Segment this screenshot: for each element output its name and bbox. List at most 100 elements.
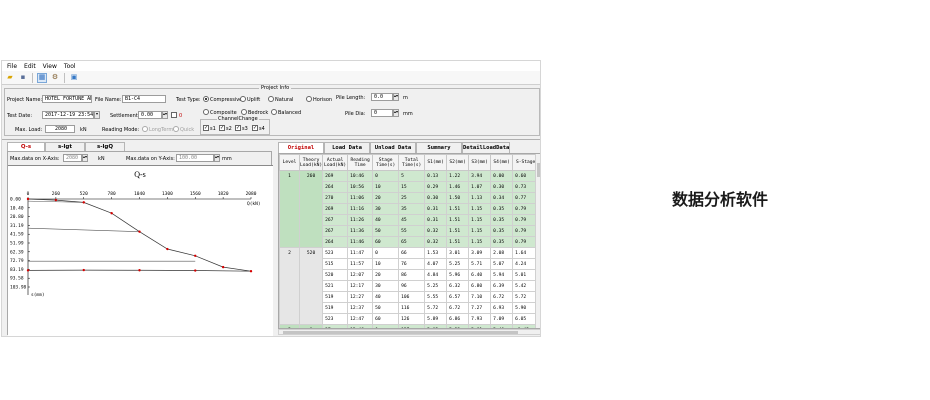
tab-q-s[interactable]: Q-s xyxy=(7,142,45,151)
channel-change-group: ChannelChange ✓ s1 ✓ s2 ✓ s3 ✓ s4 xyxy=(200,116,270,135)
column-header[interactable]: Reading Time xyxy=(347,154,374,171)
x-axis-max-spinner[interactable]: ▴▾ xyxy=(82,154,88,162)
table-cell: 6.86 xyxy=(446,313,470,325)
table-cell: 1.50 xyxy=(446,192,470,204)
open-folder-icon[interactable]: ▰ xyxy=(5,73,15,83)
radio-longterm[interactable] xyxy=(142,126,148,132)
pile-length-unit: m xyxy=(403,95,408,101)
channel-s2-checkbox[interactable]: ✓ xyxy=(219,125,225,131)
settlement-checkbox[interactable] xyxy=(171,112,177,118)
table-row[interactable]: 1 260 269 10:46 0 5 0.13 1.22 3.94 0.00 0.60 xyxy=(279,170,540,248)
tab-load-data[interactable]: Load Data xyxy=(324,142,370,153)
horizontal-scroll-thumb[interactable] xyxy=(283,331,518,334)
test-date-field[interactable]: 2017-12-19 23:54 xyxy=(42,111,94,119)
y-axis-max-field[interactable]: 100.00 xyxy=(176,154,214,162)
print-icon[interactable]: ▣ xyxy=(69,73,79,83)
date-dropdown-icon[interactable]: ▾ xyxy=(94,111,100,119)
menu-edit[interactable]: Edit xyxy=(24,63,36,70)
channel-s4-checkbox[interactable]: ✓ xyxy=(252,125,258,131)
table-cell: 60 xyxy=(372,236,400,248)
x-axis-label: Q(kN) xyxy=(247,201,261,207)
toolbar: ▰ ▪ ▦ ⚙ ▣ xyxy=(2,71,540,85)
radio-quick[interactable] xyxy=(173,126,179,132)
pile-dia-field[interactable]: 0 xyxy=(371,109,393,117)
radio-uplift[interactable] xyxy=(240,96,246,102)
pile-length-field[interactable]: 0.0 xyxy=(371,93,393,101)
data-point xyxy=(249,269,253,273)
product-caption: 数据分析软件 xyxy=(672,190,769,209)
table-cell: 5.07 xyxy=(490,258,514,270)
data-point xyxy=(194,254,197,257)
table-cell: 30 xyxy=(372,280,400,292)
column-header[interactable]: Total Time(s) xyxy=(398,154,426,171)
tab-s-lgq[interactable]: s-lgQ xyxy=(85,142,125,151)
toolbar-separator xyxy=(32,72,33,83)
settlement-field[interactable]: 0.00 xyxy=(138,111,162,119)
channel-s1-label: s1 xyxy=(210,126,216,132)
series-line xyxy=(27,198,252,272)
radio-balanced[interactable] xyxy=(271,109,277,115)
table-cell: 11:26 xyxy=(347,214,374,226)
radio-composite[interactable] xyxy=(203,109,209,115)
table-horizontal-scrollbar[interactable] xyxy=(278,329,540,335)
save-icon[interactable]: ▪ xyxy=(18,73,28,83)
column-header[interactable]: S2(mm) xyxy=(446,154,470,171)
column-header[interactable]: Actual Load(kN) xyxy=(322,154,349,171)
project-info-title: Project Info xyxy=(259,85,292,91)
menu-view[interactable]: View xyxy=(43,63,57,70)
table-cell: 6.32 xyxy=(446,280,470,292)
column-header[interactable]: S3(mm) xyxy=(468,154,492,171)
x-axis-max-unit: kN xyxy=(98,156,105,162)
column-header[interactable]: Stage Time(s) xyxy=(372,154,400,171)
table-cell: 4.07 xyxy=(424,258,448,270)
data-point xyxy=(26,197,30,201)
y-tick-label: 41.59 xyxy=(10,232,24,238)
tab-summary[interactable]: Summary xyxy=(416,142,462,153)
y-tick-label: 0.00 xyxy=(10,197,21,203)
max-load-field[interactable]: 2080 xyxy=(45,125,75,133)
table-cell: 50 xyxy=(372,302,400,314)
column-header[interactable]: S4(mm) xyxy=(490,154,514,171)
data-point xyxy=(194,269,197,272)
menu-tool[interactable]: Tool xyxy=(64,63,76,70)
pile-dia-spinner[interactable]: ▴▾ xyxy=(393,109,399,117)
analysis-icon[interactable]: ⚙ xyxy=(50,73,60,83)
table-vertical-scrollbar[interactable] xyxy=(535,154,540,328)
data-point xyxy=(54,198,58,202)
project-name-field[interactable]: HOTEL FORTUNE AND xyxy=(42,95,92,103)
tab-s-lgt[interactable]: s-lgt xyxy=(45,142,85,151)
column-header[interactable]: S1(mm) xyxy=(424,154,448,171)
table-cell: 4.84 xyxy=(424,269,448,281)
radio-horison[interactable] xyxy=(306,96,312,102)
chart-view-icon[interactable]: ▦ xyxy=(37,72,47,83)
theory-load-cell: 520 xyxy=(298,247,324,325)
table-cell: 1.51 xyxy=(446,225,470,237)
table-cell: 1.51 xyxy=(446,203,470,215)
table-row[interactable]: 2 520 523 11:47 0 66 1.53 3.01 3.09 2.08 1.64 xyxy=(279,247,540,325)
tab-original[interactable]: Original xyxy=(278,142,324,153)
x-tick-label: 0 xyxy=(27,191,30,197)
column-header[interactable]: Theory Load(kN) xyxy=(298,154,324,171)
table-cell: 11:46 xyxy=(347,236,374,248)
table-cell: 6.72 xyxy=(490,291,514,303)
tab-detail-load-data[interactable]: DetailLoadData xyxy=(462,142,510,153)
x-axis-max-field[interactable]: 2080 xyxy=(63,154,82,162)
y-tick-label: 83.19 xyxy=(10,267,24,273)
channel-s1-checkbox[interactable]: ✓ xyxy=(203,125,209,131)
column-header[interactable]: Level xyxy=(279,154,300,171)
data-point xyxy=(82,201,85,204)
x-tick-label: 780 xyxy=(108,191,116,197)
settlement-spinner[interactable]: ▴▾ xyxy=(162,111,168,119)
vertical-scroll-thumb[interactable] xyxy=(537,163,540,177)
radio-bedrock[interactable] xyxy=(241,109,247,115)
pile-length-spinner[interactable]: ▴▾ xyxy=(393,93,399,101)
file-name-field[interactable]: B1-C4 xyxy=(122,95,166,103)
table-cell: 5.72 xyxy=(424,302,448,314)
tab-unload-data[interactable]: Unload Data xyxy=(370,142,416,153)
y-axis-max-spinner[interactable]: ▴▾ xyxy=(214,154,220,162)
table-cell: 0.29 xyxy=(424,181,448,193)
channel-s3-checkbox[interactable]: ✓ xyxy=(235,125,241,131)
menu-file[interactable]: File xyxy=(7,63,17,70)
radio-natural[interactable] xyxy=(268,96,274,102)
radio-compressive[interactable] xyxy=(203,96,209,102)
